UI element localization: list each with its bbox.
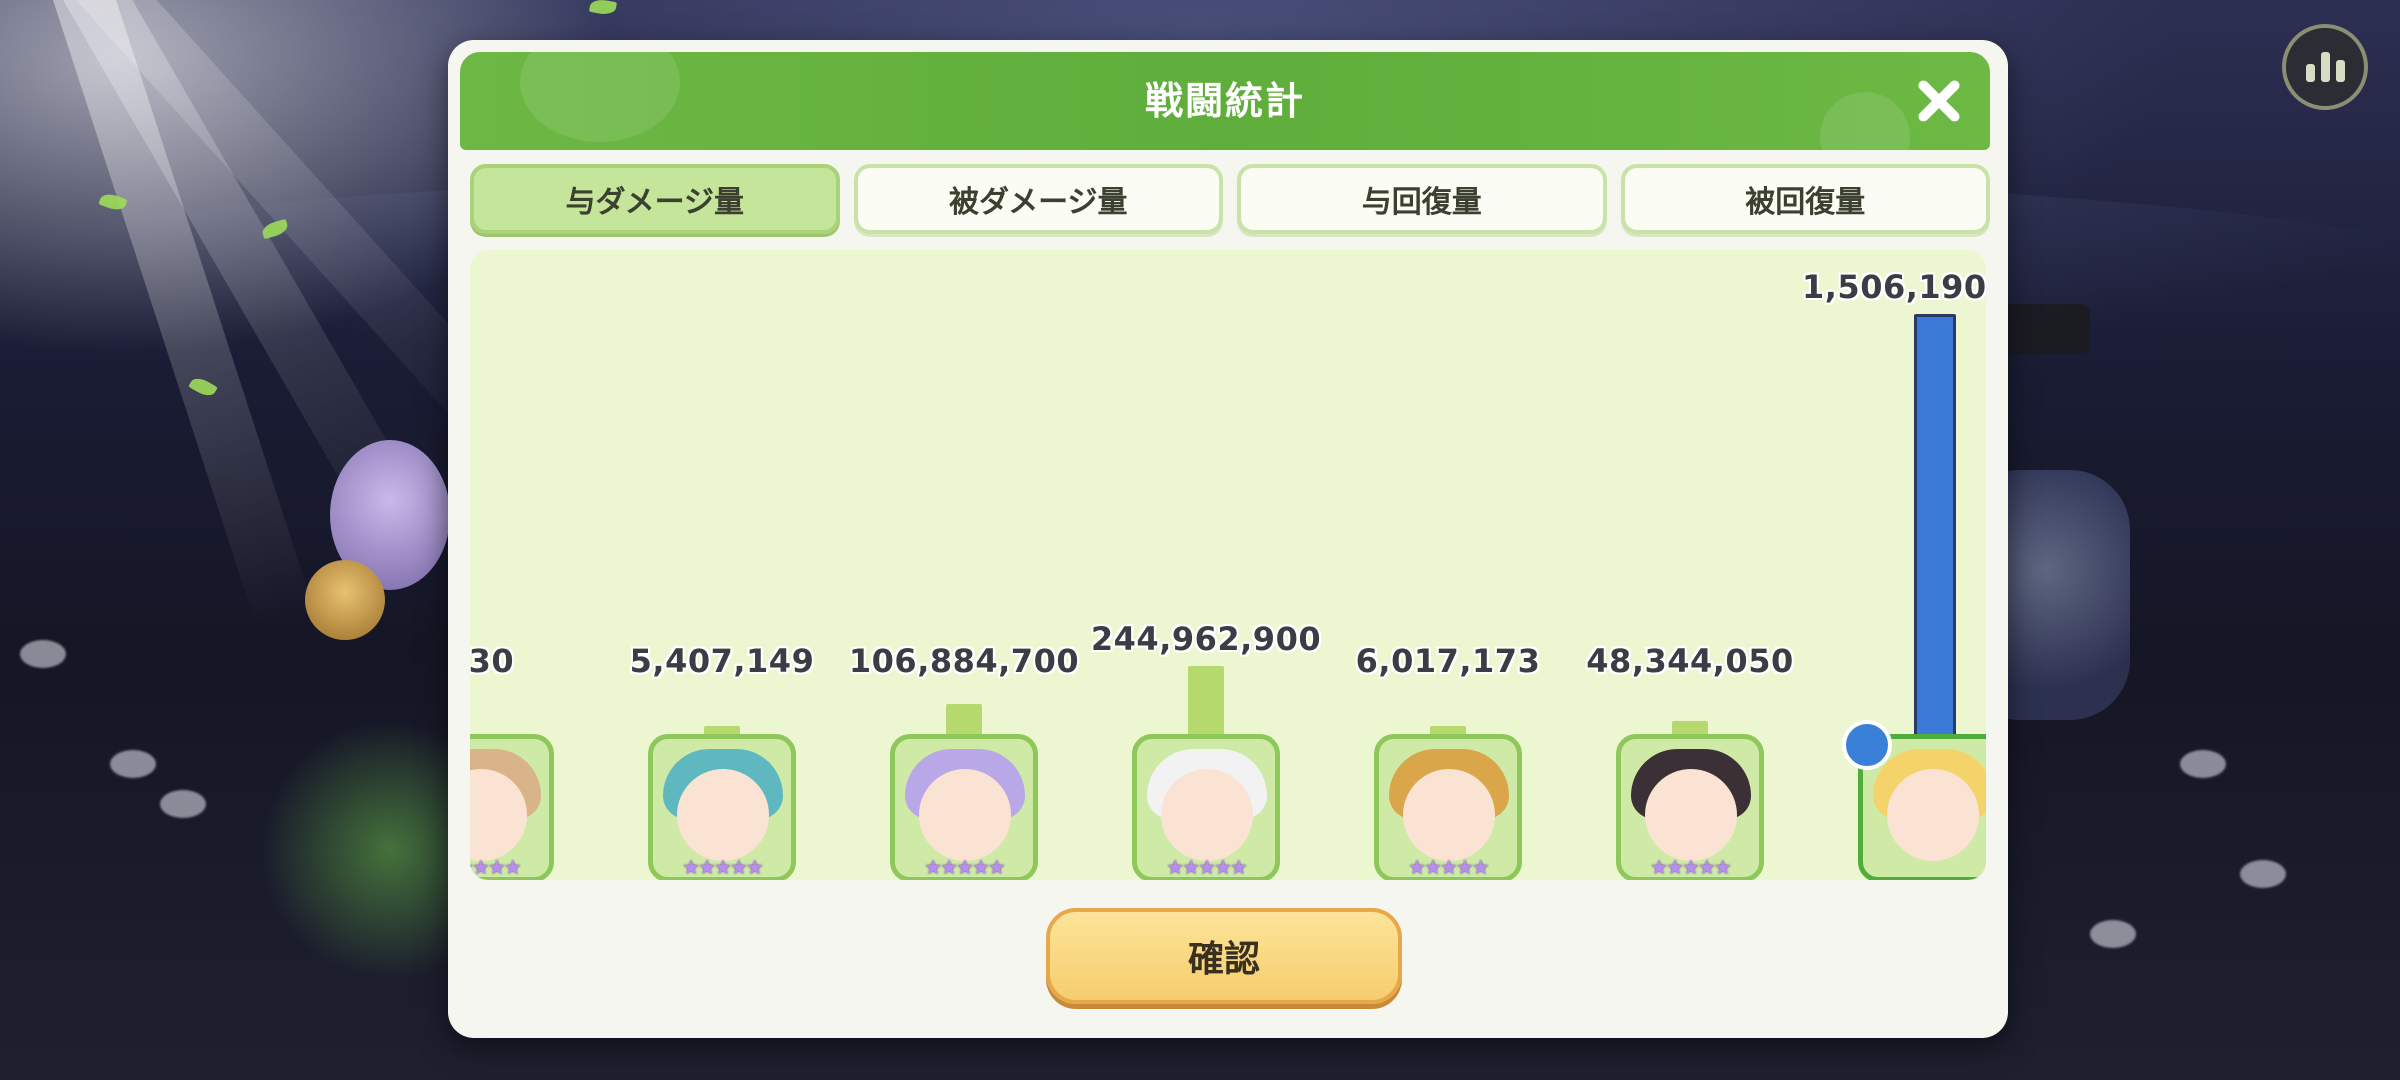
tab-healing-done[interactable]: 与回復量 — [1237, 164, 1607, 234]
bar-chart-icon — [2305, 64, 2315, 82]
character-portrait[interactable]: ★★★★★ — [1616, 734, 1764, 880]
character-portrait[interactable]: ★★★★★ — [1132, 734, 1280, 880]
battle-stats-dialog: 戦闘統計 与ダメージ量 被ダメージ量 与回復量 被回復量 230 ★★★★★ 5,4… — [448, 40, 2008, 1038]
confirm-button[interactable]: 確認 — [1046, 908, 1402, 1004]
battle-stats-button[interactable] — [2282, 24, 2368, 110]
portrait-face — [1161, 769, 1253, 861]
bee-companion-sprite — [305, 560, 385, 640]
star-icon: ★★★★★ — [682, 855, 764, 879]
dialog-title: 戦闘統計 — [1144, 79, 1305, 123]
tab-damage-dealt[interactable]: 与ダメージ量 — [470, 164, 840, 234]
star-icon: ★★★★★ — [924, 855, 1006, 879]
bar-value-label: 244,962,900 — [1090, 619, 1322, 658]
portrait-face — [919, 769, 1011, 861]
mvp-badge-icon — [1842, 720, 1892, 770]
chart-bar — [1672, 720, 1708, 734]
flower-decoration — [2180, 750, 2226, 778]
character-portrait[interactable]: ★★★★★ — [648, 734, 796, 880]
portrait-face — [1403, 769, 1495, 861]
star-icon: ★★★★★ — [470, 855, 522, 879]
chart-bar — [704, 726, 740, 734]
character-portrait[interactable]: ★★★★★ — [890, 734, 1038, 880]
flower-decoration — [110, 750, 156, 778]
star-icon: ★★★★★ — [1650, 855, 1732, 879]
bar-chart-icon-bar — [2320, 52, 2330, 82]
flower-decoration — [2240, 860, 2286, 888]
bar-value-label: 106,884,700 — [848, 642, 1080, 680]
leaf-particle — [588, 0, 618, 17]
star-icon: ★★★★★ — [1408, 855, 1490, 879]
star-icon: ★★★★★ — [1166, 855, 1248, 879]
portrait-face — [677, 769, 769, 861]
tab-damage-taken[interactable]: 被ダメージ量 — [853, 164, 1223, 234]
chart-bar — [1914, 314, 1956, 740]
bar-value-label: 48,344,050 — [1586, 642, 1794, 680]
chart-bar — [1188, 665, 1224, 734]
character-portrait[interactable]: ★★★★★ — [470, 734, 554, 880]
bar-value-label: 1,506,190,000 — [1802, 268, 1986, 306]
chart-bar — [1430, 726, 1466, 734]
dialog-header: 戦闘統計 — [460, 52, 1990, 150]
bar-chart-icon-bar — [2335, 60, 2345, 82]
portrait-face — [1645, 769, 1737, 861]
stat-tabs: 与ダメージ量 被ダメージ量 与回復量 被回復量 — [470, 164, 1990, 234]
damage-chart[interactable]: 230 ★★★★★ 5,407,149 ★★★★★ 106,884,700 ★★★★★ 24… — [470, 250, 1986, 880]
tab-healing-received[interactable]: 被回復量 — [1620, 164, 1990, 234]
flower-decoration — [20, 640, 66, 668]
chart-bar — [946, 704, 982, 734]
flower-decoration — [2090, 920, 2136, 948]
bar-value-label: 230 — [470, 642, 515, 680]
bar-value-label: 6,017,173 — [1355, 642, 1541, 680]
character-portrait[interactable]: ★★★★★ — [1374, 734, 1522, 880]
close-icon[interactable] — [1914, 76, 1964, 126]
bar-value-label: 5,407,149 — [629, 642, 815, 680]
portrait-face — [1887, 769, 1979, 861]
flower-decoration — [160, 790, 206, 818]
